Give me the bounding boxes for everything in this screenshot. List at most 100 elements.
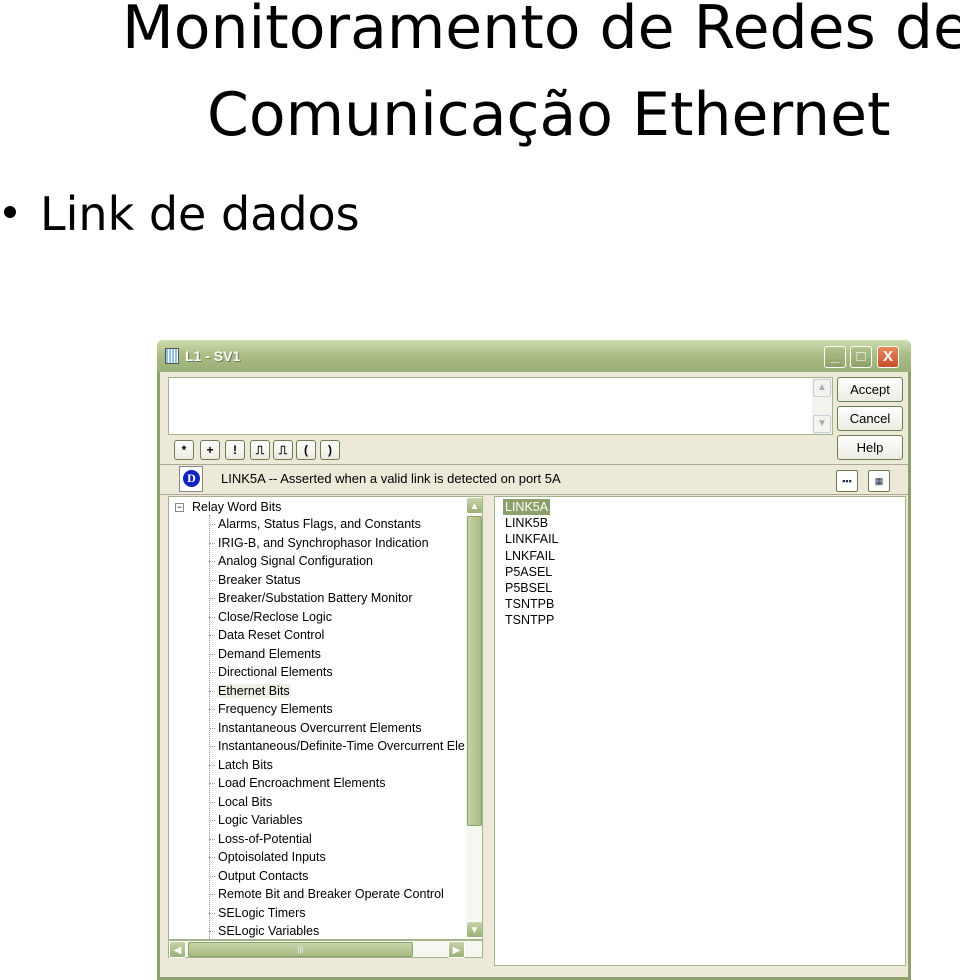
tree-item[interactable]: Local Bits: [209, 794, 273, 811]
tree-item[interactable]: SELogic Timers: [209, 905, 307, 922]
tool-falling-edge-button[interactable]: ⎍: [273, 440, 293, 460]
digital-bit-icon: D: [179, 466, 203, 492]
tree-item-label: Breaker Status: [218, 572, 301, 587]
minimize-icon: _: [830, 348, 840, 365]
tree-item[interactable]: Analog Signal Configuration: [209, 553, 374, 570]
list-view-icon[interactable]: ▪▪▪: [836, 470, 858, 492]
list-item[interactable]: LINKFAIL: [503, 531, 561, 547]
slide-title-line1: Monitoramento de Redes de: [122, 0, 960, 63]
tree-item-label: SELogic Timers: [218, 905, 306, 920]
tree-item-label: SELogic Variables: [218, 924, 320, 938]
maximize-button[interactable]: □: [850, 346, 872, 368]
tree-item[interactable]: Optoisolated Inputs: [209, 849, 327, 866]
tree-item[interactable]: Frequency Elements: [209, 701, 334, 718]
tree-item[interactable]: IRIG-B, and Synchrophasor Indication: [209, 535, 430, 552]
scroll-thumb[interactable]: [467, 516, 482, 826]
tree-item-label: Output Contacts: [218, 868, 309, 883]
minimize-button[interactable]: _: [824, 346, 846, 368]
category-tree[interactable]: − Relay Word Bits Alarms, Status Flags, a…: [168, 496, 483, 940]
editor-scrollbar[interactable]: ▲ ▼: [812, 378, 832, 434]
tree-item-label: Remote Bit and Breaker Operate Control: [218, 887, 444, 901]
tree-item-label: Latch Bits: [218, 757, 273, 772]
app-icon: [165, 348, 179, 364]
tool-not-button[interactable]: !: [225, 440, 245, 460]
divider: [160, 464, 908, 465]
tree-item[interactable]: Ethernet Bits: [209, 683, 291, 700]
tree-item-label: IRIG-B, and Synchrophasor Indication: [218, 535, 429, 550]
tree-vertical-scrollbar[interactable]: ▲ ▼: [466, 497, 482, 939]
tree-item[interactable]: Directional Elements: [209, 664, 334, 681]
scroll-left-icon[interactable]: ◀: [169, 941, 186, 958]
tree-horizontal-scrollbar[interactable]: ◀ ||| ▶: [168, 940, 483, 958]
maximize-icon: □: [856, 348, 866, 365]
scroll-up-icon[interactable]: ▲: [813, 379, 831, 397]
tool-and-button[interactable]: *: [174, 440, 194, 460]
grid-view-icon[interactable]: ▦: [868, 470, 890, 492]
collapse-icon[interactable]: −: [175, 503, 184, 513]
tree-item[interactable]: Output Contacts: [209, 868, 309, 885]
tree-item[interactable]: Close/Reclose Logic: [209, 609, 333, 626]
window-title: L1 - SV1: [185, 348, 241, 364]
list-item[interactable]: TSNTPP: [503, 612, 556, 628]
tree-item[interactable]: Load Encroachment Elements: [209, 775, 386, 792]
list-item[interactable]: P5ASEL: [503, 564, 554, 580]
tree-item[interactable]: Breaker/Substation Battery Monitor: [209, 590, 414, 607]
tree-item-label: Alarms, Status Flags, and Constants: [218, 517, 421, 531]
accept-button[interactable]: Accept: [837, 377, 903, 402]
scroll-up-icon[interactable]: ▲: [466, 497, 482, 514]
tree-item[interactable]: Data Reset Control: [209, 627, 325, 644]
list-item[interactable]: TSNTPB: [503, 596, 556, 612]
bit-description: LINK5A -- Asserted when a valid link is …: [221, 471, 561, 486]
tree-item[interactable]: Remote Bit and Breaker Operate Control: [209, 886, 445, 903]
list-item[interactable]: LNKFAIL: [503, 548, 557, 564]
bit-list[interactable]: LINK5A LINK5B LINKFAIL LNKFAIL P5ASEL P5BSEL T…: [494, 496, 906, 966]
divider: [160, 494, 908, 495]
tree-item-label: Optoisolated Inputs: [218, 850, 326, 864]
close-icon: X: [882, 348, 893, 365]
tree-item-label: Frequency Elements: [218, 702, 333, 716]
scroll-right-icon[interactable]: ▶: [448, 941, 465, 958]
bullet-dot: [4, 205, 16, 218]
dialog-window: L1 - SV1 _ □ X ▲ ▼ Accept Cancel Help * +…: [157, 340, 911, 980]
equation-editor[interactable]: ▲ ▼: [168, 377, 833, 435]
close-button[interactable]: X: [877, 346, 899, 368]
tree-root[interactable]: − Relay Word Bits: [175, 500, 281, 514]
tree-item-label: Data Reset Control: [218, 628, 325, 642]
title-bar[interactable]: L1 - SV1 _ □ X: [157, 340, 911, 372]
tree-item[interactable]: Instantaneous Overcurrent Elements: [209, 720, 423, 737]
list-item[interactable]: LINK5A: [503, 499, 551, 515]
scroll-down-icon[interactable]: ▼: [813, 415, 831, 433]
tree-item[interactable]: Instantaneous/Definite-Time Overcurrent …: [209, 738, 466, 755]
tool-close-paren-button[interactable]: ): [320, 440, 340, 460]
scroll-thumb[interactable]: |||: [188, 942, 413, 957]
tool-rising-edge-button[interactable]: ⎍: [250, 440, 270, 460]
tree-item-label: Demand Elements: [218, 646, 321, 661]
tree-item-label: Instantaneous/Definite-Time Overcurrent …: [218, 739, 465, 753]
bullet-item: Link de dados: [4, 183, 360, 245]
help-button[interactable]: Help: [837, 435, 903, 460]
tree-root-label: Relay Word Bits: [192, 500, 282, 514]
tree-item-label: Breaker/Substation Battery Monitor: [218, 591, 413, 605]
tree-item[interactable]: Loss-of-Potential: [209, 831, 313, 848]
tree-item-label: Local Bits: [218, 794, 273, 809]
tree-item[interactable]: Logic Variables: [209, 812, 304, 829]
tree-item[interactable]: SELogic Variables: [209, 923, 320, 939]
tool-or-button[interactable]: +: [200, 440, 220, 460]
tree-item[interactable]: Demand Elements: [209, 646, 322, 663]
tree-item-label: Directional Elements: [218, 665, 333, 679]
tree-item-label: Loss-of-Potential: [218, 831, 312, 846]
tree-item-label: Instantaneous Overcurrent Elements: [218, 720, 422, 735]
scroll-down-icon[interactable]: ▼: [466, 921, 482, 938]
list-item[interactable]: P5BSEL: [503, 580, 554, 596]
tree-item[interactable]: Alarms, Status Flags, and Constants: [209, 516, 422, 533]
slide-title-line2: Comunicação Ethernet: [207, 80, 891, 150]
bullet-text: Link de dados: [40, 187, 360, 241]
tree-item-label: Ethernet Bits: [217, 683, 291, 698]
tree-item-label: Analog Signal Configuration: [218, 554, 373, 568]
tree-item-label: Close/Reclose Logic: [218, 609, 332, 624]
tool-open-paren-button[interactable]: (: [296, 440, 316, 460]
tree-item[interactable]: Latch Bits: [209, 757, 274, 774]
tree-item[interactable]: Breaker Status: [209, 572, 302, 589]
cancel-button[interactable]: Cancel: [837, 406, 903, 431]
list-item[interactable]: LINK5B: [503, 515, 550, 531]
